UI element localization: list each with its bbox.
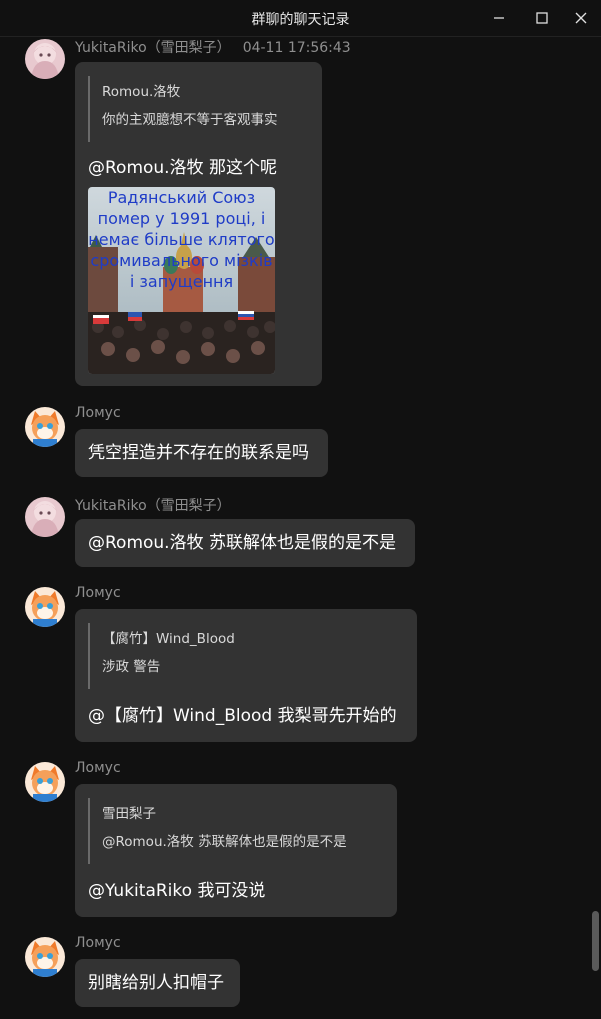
message-text: @YukitaRiko 我可没说 [88, 881, 266, 901]
avatar[interactable] [25, 587, 65, 627]
image-caption: Радянський Союз помер у 1991 році, і нем… [88, 188, 275, 291]
quoted-message[interactable]: Romou.洛牧 你的主观臆想不等于客观事实 [88, 76, 278, 142]
message-text: 凭空捏造并不存在的联系是吗 [88, 443, 309, 463]
maximize-icon [536, 12, 548, 24]
sender-name: Ломус [75, 585, 121, 601]
quote-text: 你的主观臆想不等于客观事实 [102, 112, 278, 128]
chat-history[interactable]: YukitaRiko（雪田梨子） 04-11 17:56:43 Romou.洛牧 … [0, 36, 590, 1019]
message-bubble[interactable]: 雪田梨子 @Romou.洛牧 苏联解体也是假的是不是 @YukitaRiko 我… [75, 784, 397, 917]
quote-author: 【腐竹】Wind_Blood [102, 631, 235, 647]
message-time: 04-11 17:56:43 [242, 40, 351, 56]
minimize-button[interactable] [489, 8, 509, 28]
quote-author: Romou.洛牧 [102, 84, 181, 100]
message-text: @Romou.洛牧 苏联解体也是假的是不是 [88, 533, 396, 553]
avatar[interactable] [25, 39, 65, 79]
message-bubble[interactable]: @Romou.洛牧 苏联解体也是假的是不是 [75, 519, 415, 567]
avatar[interactable] [25, 762, 65, 802]
message-bubble[interactable]: 凭空捏造并不存在的联系是吗 [75, 429, 328, 477]
sender-name: Ломус [75, 405, 121, 421]
sender-name: YukitaRiko（雪田梨子） 04-11 17:56:43 [75, 40, 351, 56]
message-image[interactable]: Радянський Союз помер у 1991 році, і нем… [88, 187, 275, 374]
quote-author: 雪田梨子 [102, 806, 156, 822]
quoted-message[interactable]: 【腐竹】Wind_Blood 涉政 警告 [88, 623, 235, 689]
sender-name: Ломус [75, 760, 121, 776]
message-bubble[interactable]: 【腐竹】Wind_Blood 涉政 警告 @【腐竹】Wind_Blood 我梨哥… [75, 609, 417, 742]
avatar[interactable] [25, 407, 65, 447]
quote-text: @Romou.洛牧 苏联解体也是假的是不是 [102, 834, 347, 850]
close-icon [575, 12, 587, 24]
close-button[interactable] [571, 8, 591, 28]
sender-name: YukitaRiko（雪田梨子） [75, 498, 231, 514]
window-title: 群聊的聊天记录 [251, 12, 350, 28]
message-text: @【腐竹】Wind_Blood 我梨哥先开始的 [88, 706, 397, 726]
message-bubble[interactable]: 别瞎给别人扣帽子 [75, 959, 240, 1007]
avatar[interactable] [25, 497, 65, 537]
maximize-button[interactable] [532, 8, 552, 28]
title-bar: 群聊的聊天记录 [0, 0, 601, 37]
scrollbar-thumb[interactable] [592, 911, 599, 971]
sender-name: Ломус [75, 935, 121, 951]
quoted-message[interactable]: 雪田梨子 @Romou.洛牧 苏联解体也是假的是不是 [88, 798, 347, 864]
minimize-icon [494, 17, 504, 19]
message-text: @Romou.洛牧 那这个呢 [88, 158, 277, 178]
quote-text: 涉政 警告 [102, 659, 161, 675]
message-bubble[interactable]: Romou.洛牧 你的主观臆想不等于客观事实 @Romou.洛牧 那这个呢 Ра… [75, 62, 322, 386]
message-text: 别瞎给别人扣帽子 [88, 973, 224, 993]
avatar[interactable] [25, 937, 65, 977]
